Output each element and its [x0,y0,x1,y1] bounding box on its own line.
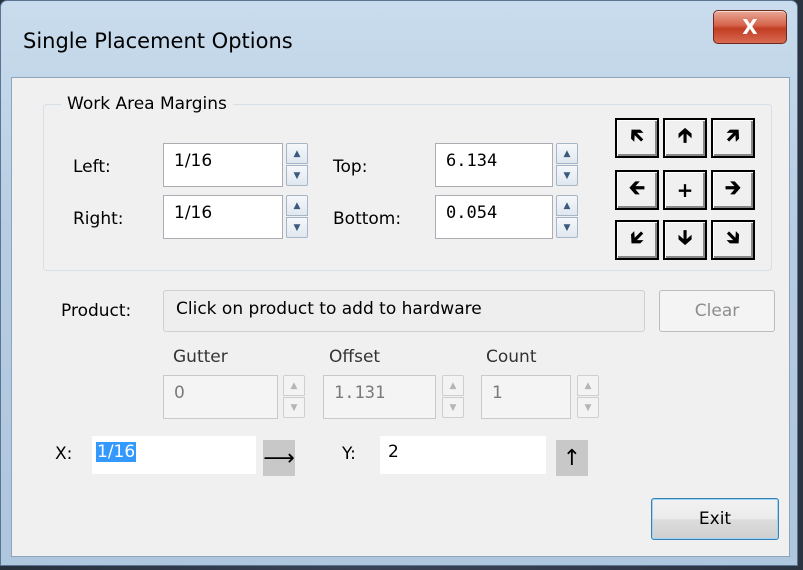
arrow-up-icon: 🡱 [677,123,693,147]
x-label: X: [55,444,73,464]
spin-up-icon[interactable]: ▲ [286,143,308,164]
x-input[interactable]: 1/16 [92,436,256,474]
product-label: Product: [61,301,132,321]
right-margin-input[interactable]: 1/16 [163,195,283,239]
bottom-margin-input[interactable]: 0.054 [435,195,553,239]
spin-up-icon[interactable]: ▲ [283,375,305,396]
nudge-up-left-button[interactable]: 🡴 [615,118,659,158]
x-value-selected: 1/16 [96,442,137,462]
gutter-spinner[interactable]: ▲ ▼ [283,375,305,419]
y-direction-button[interactable]: ↑ [556,440,588,476]
spin-down-icon[interactable]: ▼ [283,397,305,418]
right-margin-spinner[interactable]: ▲ ▼ [286,195,308,239]
spin-up-icon[interactable]: ▲ [556,195,578,216]
spin-down-icon[interactable]: ▼ [286,165,308,186]
spin-up-icon[interactable]: ▲ [442,375,464,396]
left-margin-label: Left: [73,157,111,177]
spin-down-icon[interactable]: ▼ [556,165,578,186]
arrow-down-icon: 🡳 [677,225,693,249]
offset-spinner[interactable]: ▲ ▼ [442,375,464,419]
count-input[interactable]: 1 [481,375,571,419]
count-label: Count [486,347,537,367]
arrow-down-left-icon: 🡷 [630,225,644,249]
nudge-up-button[interactable]: 🡱 [663,118,707,158]
count-spinner[interactable]: ▲ ▼ [577,375,599,419]
arrow-up-right-icon: 🡵 [726,123,740,147]
gutter-label: Gutter [173,347,228,367]
y-input[interactable]: 2 [380,436,546,474]
top-margin-input[interactable]: 6.134 [435,143,553,187]
y-label: Y: [342,444,356,464]
bottom-margin-label: Bottom: [333,209,402,229]
top-margin-label: Top: [333,157,368,177]
x-direction-button[interactable]: ⟶ [263,440,295,476]
left-margin-spinner[interactable]: ▲ ▼ [286,143,308,187]
bottom-margin-spinner[interactable]: ▲ ▼ [556,195,578,239]
spin-down-icon[interactable]: ▼ [286,217,308,238]
nudge-left-button[interactable]: 🡰 [615,170,659,210]
gutter-input[interactable]: 0 [163,375,278,419]
spin-up-icon[interactable]: ▲ [286,195,308,216]
right-margin-label: Right: [73,209,124,229]
spin-down-icon[interactable]: ▼ [442,397,464,418]
arrow-left-icon: 🡰 [628,175,646,199]
arrow-right-icon: 🡲 [724,175,742,199]
work-area-margins-label: Work Area Margins [61,94,233,114]
nudge-center-button[interactable]: + [663,170,707,210]
arrow-up-left-icon: 🡴 [630,123,644,147]
nudge-up-right-button[interactable]: 🡵 [711,118,755,158]
dialog-window: Single Placement Options X [0,0,798,566]
product-display: Click on product to add to hardware [163,290,645,332]
spin-down-icon[interactable]: ▼ [556,217,578,238]
close-button[interactable]: X [713,10,787,44]
plus-icon: + [676,178,694,202]
offset-input[interactable]: 1.131 [323,375,436,419]
nudge-down-left-button[interactable]: 🡷 [615,220,659,260]
exit-button[interactable]: Exit [651,498,779,540]
title-bar[interactable]: Single Placement Options X [1,1,797,77]
spin-down-icon[interactable]: ▼ [577,397,599,418]
clear-button[interactable]: Clear [659,290,775,332]
nudge-down-button[interactable]: 🡳 [663,220,707,260]
top-margin-spinner[interactable]: ▲ ▼ [556,143,578,187]
close-icon: X [742,15,758,39]
spin-up-icon[interactable]: ▲ [577,375,599,396]
offset-label: Offset [329,347,381,367]
arrow-down-right-icon: 🡶 [726,225,740,249]
window-title: Single Placement Options [23,29,293,53]
left-margin-input[interactable]: 1/16 [163,143,283,187]
arrow-up-icon: ↑ [562,445,582,471]
nudge-right-button[interactable]: 🡲 [711,170,755,210]
spin-up-icon[interactable]: ▲ [556,143,578,164]
arrow-right-icon: ⟶ [263,445,295,471]
nudge-down-right-button[interactable]: 🡶 [711,220,755,260]
